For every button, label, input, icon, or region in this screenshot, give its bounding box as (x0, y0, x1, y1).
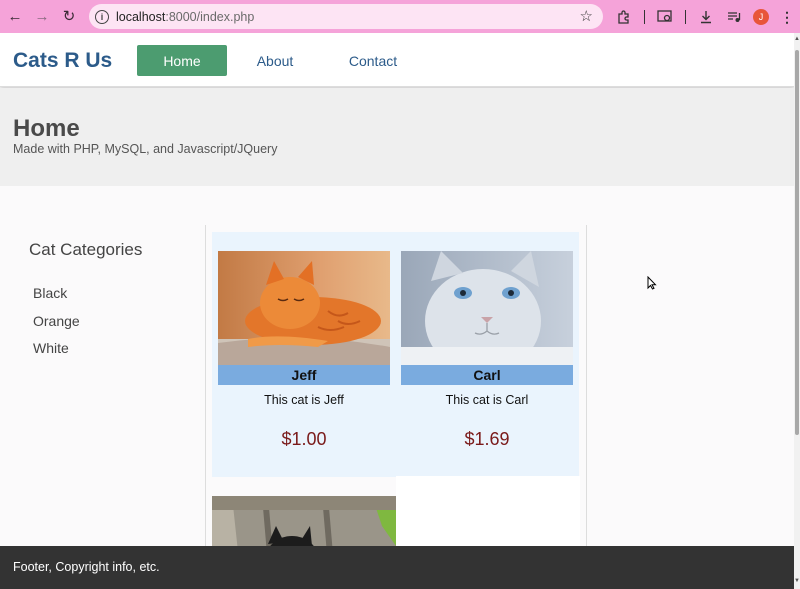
page-subtitle: Made with PHP, MySQL, and Javascript/JQu… (13, 142, 278, 156)
reload-icon[interactable]: ↻ (57, 4, 81, 28)
forward-icon[interactable]: → (30, 4, 54, 28)
browser-toolbar: ← → ↻ i localhost:8000/index.php ☆ J ⋮ (0, 0, 800, 33)
toolbar-separator (641, 5, 647, 29)
content-divider-left (205, 225, 206, 589)
bookmark-star-icon[interactable]: ☆ (580, 7, 593, 25)
nav-contact[interactable]: Contact (338, 45, 408, 76)
category-orange[interactable]: Orange (33, 313, 80, 329)
site-navbar: Cats R Us Home About Contact (0, 33, 794, 87)
nav-about[interactable]: About (245, 45, 305, 76)
media-control-icon[interactable] (723, 5, 745, 29)
back-icon[interactable]: ← (3, 4, 27, 28)
extensions-icon[interactable] (614, 5, 634, 29)
site-brand[interactable]: Cats R Us (13, 49, 112, 73)
product-name[interactable]: Jeff (218, 365, 390, 385)
product-description: This cat is Carl (445, 393, 529, 407)
profile-avatar[interactable]: J (751, 5, 771, 29)
download-icon[interactable] (695, 5, 717, 29)
product-price: $1.69 (464, 429, 510, 449)
mouse-cursor-icon (647, 275, 657, 295)
product-description: This cat is Jeff (264, 393, 344, 407)
footer-text: Footer, Copyright info, etc. (13, 560, 160, 574)
category-white[interactable]: White (33, 340, 69, 356)
cat-image-white[interactable] (401, 251, 573, 365)
scroll-up-arrow-icon[interactable]: ▲ (794, 36, 800, 42)
url-text: localhost:8000/index.php (116, 9, 255, 24)
toolbar-separator (682, 5, 688, 29)
page-viewport: Cats R Us Home About Contact Home Made w… (0, 33, 794, 589)
scroll-down-arrow-icon[interactable]: ▼ (794, 578, 800, 584)
profile-initial: J (753, 9, 769, 25)
sidebar-title: Cat Categories (29, 240, 143, 259)
address-bar[interactable]: i localhost:8000/index.php ☆ (89, 4, 603, 29)
product-card[interactable]: Carl This cat is Carl $1.69 (401, 251, 573, 450)
site-info-icon[interactable]: i (95, 9, 109, 24)
nav-home[interactable]: Home (137, 45, 227, 76)
category-black[interactable]: Black (33, 285, 67, 301)
menu-dots-icon[interactable]: ⋮ (778, 5, 796, 29)
tab-search-icon[interactable] (654, 5, 676, 29)
product-price: $1.00 (281, 429, 327, 449)
site-footer: Footer, Copyright info, etc. (0, 546, 794, 589)
scrollbar-thumb[interactable] (795, 50, 799, 435)
product-card[interactable]: Jeff This cat is Jeff $1.00 (218, 251, 390, 450)
hero-banner: Home Made with PHP, MySQL, and Javascrip… (0, 88, 794, 186)
content-divider-right (586, 225, 587, 589)
page-title: Home (13, 115, 80, 142)
product-name[interactable]: Carl (401, 365, 573, 385)
cat-image-orange[interactable] (218, 251, 390, 365)
